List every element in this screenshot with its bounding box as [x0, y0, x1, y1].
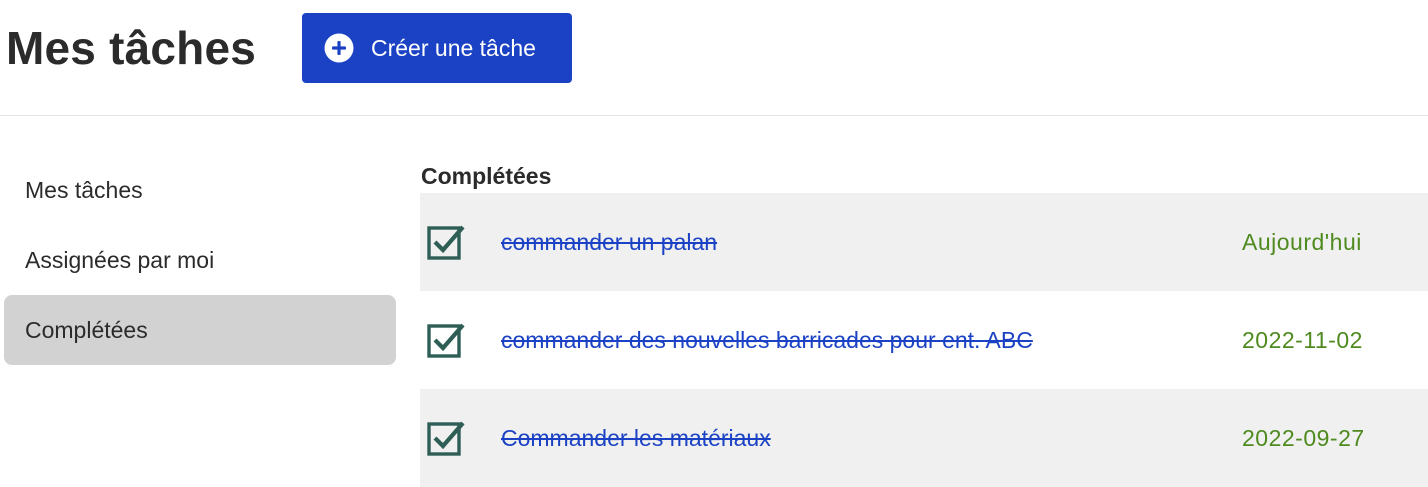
checked-box-icon[interactable]: [426, 418, 466, 458]
task-row: commander un palan Aujourd'hui: [420, 193, 1428, 291]
task-date: 2022-09-27: [1242, 424, 1365, 451]
sidebar-item-label: Assignées par moi: [25, 246, 215, 273]
sidebar: Mes tâches Assignées par moi Complétées: [4, 155, 396, 365]
checked-box-icon[interactable]: [426, 320, 466, 360]
sidebar-item-mes-taches[interactable]: Mes tâches: [4, 155, 396, 225]
page-header: Mes tâches Créer une tâche: [0, 0, 1428, 116]
task-list-section: Complétées commander un palan Aujourd'hu…: [420, 160, 1428, 487]
task-date: 2022-11-02: [1242, 326, 1363, 353]
task-name-link[interactable]: Commander les matériaux: [501, 425, 771, 452]
task-name-link[interactable]: commander des nouvelles barricades pour …: [501, 327, 1033, 354]
checked-box-icon[interactable]: [426, 222, 466, 262]
plus-circle-icon: [324, 33, 354, 63]
create-task-label: Créer une tâche: [371, 34, 536, 61]
task-name-link[interactable]: commander un palan: [501, 229, 717, 256]
task-date: Aujourd'hui: [1242, 228, 1362, 255]
task-row: commander des nouvelles barricades pour …: [420, 291, 1428, 389]
task-row: Commander les matériaux 2022-09-27: [420, 389, 1428, 487]
sidebar-item-assignees-par-moi[interactable]: Assignées par moi: [4, 225, 396, 295]
sidebar-item-completees[interactable]: Complétées: [4, 295, 396, 365]
section-title: Complétées: [421, 163, 552, 189]
page-title: Mes tâches: [6, 22, 257, 74]
sidebar-item-label: Complétées: [25, 316, 148, 343]
create-task-button[interactable]: Créer une tâche: [302, 13, 572, 83]
sidebar-item-label: Mes tâches: [25, 176, 143, 203]
